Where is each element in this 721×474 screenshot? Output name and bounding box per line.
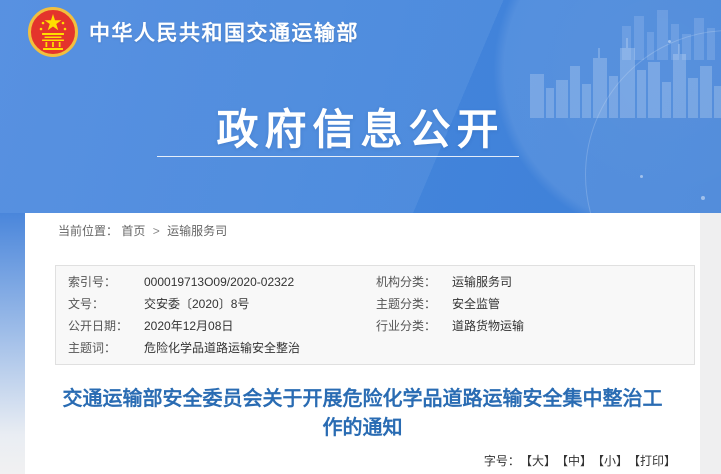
city-skyline-small-icon: [620, 8, 720, 60]
title-underline: [157, 156, 519, 157]
national-emblem-icon: [28, 7, 78, 57]
breadcrumb-separator: >: [153, 224, 160, 238]
table-row: 主题词： 危险化学品道路运输安全整治: [56, 337, 694, 359]
table-row: 索引号： 000019713O09/2020-02322 机构分类： 运输服务司: [56, 271, 694, 293]
meta-org-category: 机构分类： 运输服务司: [376, 271, 694, 293]
breadcrumb-current-link[interactable]: 运输服务司: [167, 224, 227, 238]
print-button[interactable]: 【打印】: [634, 454, 676, 468]
left-gradient-strip: [0, 213, 25, 474]
article-title: 交通运输部安全委员会关于开展危险化学品道路运输安全集中整治工作的通知: [53, 385, 672, 443]
meta-index-number: 索引号： 000019713O09/2020-02322: [56, 271, 376, 293]
breadcrumb: 当前位置： 首页 > 运输服务司: [25, 213, 700, 239]
meta-publish-date: 公开日期： 2020年12月08日: [56, 315, 376, 337]
site-brand-link[interactable]: 中华人民共和国交通运输部: [28, 7, 359, 57]
meta-keywords: 主题词： 危险化学品道路运输安全整治: [56, 337, 694, 359]
font-size-medium-button[interactable]: 【中】: [562, 454, 592, 468]
banner-dot-decoration: [701, 196, 705, 200]
table-row: 文号： 交安委〔2020〕8号 主题分类： 安全监管: [56, 293, 694, 315]
breadcrumb-prefix: 当前位置：: [58, 224, 118, 238]
page-root: 中华人民共和国交通运输部 政府信息公开 当前位置： 首页 > 运输服务司 索引号…: [0, 0, 721, 474]
meta-industry-category: 行业分类： 道路货物运输: [376, 315, 694, 337]
page-title: 政府信息公开: [0, 96, 721, 157]
font-size-large-button[interactable]: 【大】: [526, 454, 556, 468]
document-meta-table: 索引号： 000019713O09/2020-02322 机构分类： 运输服务司…: [55, 265, 695, 365]
content-panel: 当前位置： 首页 > 运输服务司 索引号： 000019713O09/2020-…: [25, 213, 700, 474]
font-size-small-button[interactable]: 【小】: [598, 454, 628, 468]
site-name: 中华人民共和国交通运输部: [89, 17, 359, 47]
meta-doc-number: 文号： 交安委〔2020〕8号: [56, 293, 376, 315]
table-row: 公开日期： 2020年12月08日 行业分类： 道路货物运输: [56, 315, 694, 337]
meta-topic-category: 主题分类： 安全监管: [376, 293, 694, 315]
font-size-label: 字号：: [484, 454, 520, 468]
banner-dot-decoration: [640, 175, 643, 178]
breadcrumb-home-link[interactable]: 首页: [121, 224, 145, 238]
font-size-toolbar: 字号： 【大】【中】【小】【打印】: [25, 452, 700, 469]
site-banner: 中华人民共和国交通运输部 政府信息公开: [0, 0, 721, 213]
